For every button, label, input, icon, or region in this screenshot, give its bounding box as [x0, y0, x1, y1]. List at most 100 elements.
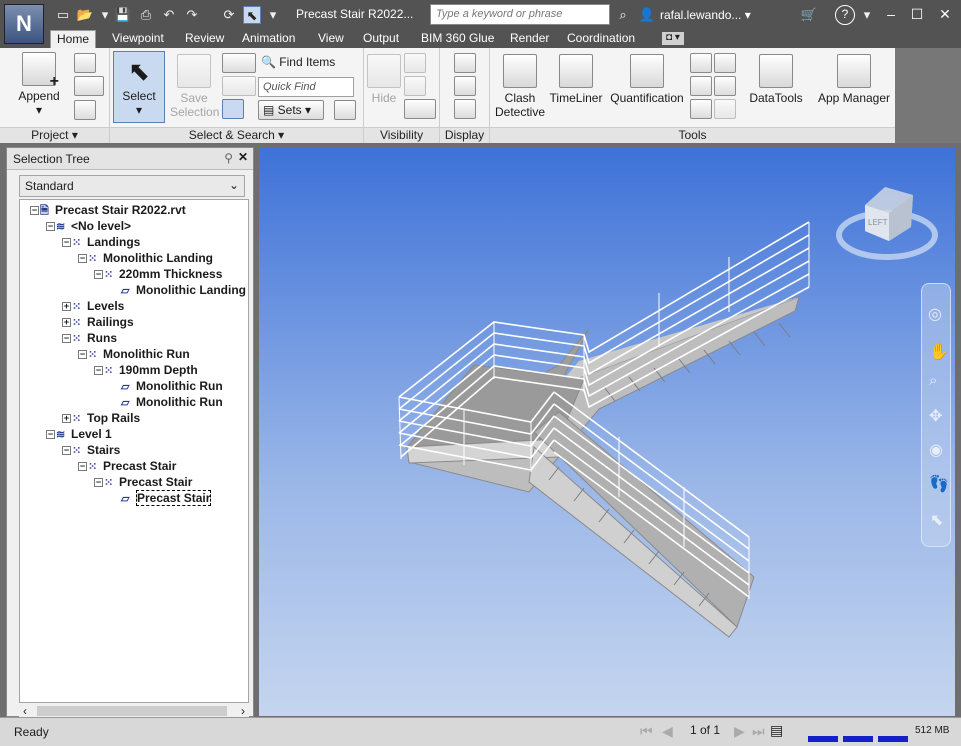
tree-node[interactable]: − ⁙ Stairs — [62, 442, 120, 458]
collapse-icon[interactable]: − — [62, 238, 71, 248]
steering-wheel-icon[interactable]: ◎ — [928, 304, 942, 324]
tree-node[interactable]: ▱ Monolithic Run — [110, 394, 223, 410]
scripter-button[interactable] — [714, 53, 736, 73]
tree-node[interactable]: ▱ Monolithic Run — [110, 378, 223, 394]
tree-node[interactable]: + ⁙ Railings — [62, 314, 134, 330]
require-button[interactable] — [404, 53, 426, 73]
selection-tree-button[interactable] — [222, 99, 244, 119]
tab-home[interactable]: Home — [50, 30, 97, 48]
save-selection-button[interactable]: Save Selection — [170, 54, 219, 119]
help-button[interactable]: ? — [835, 5, 855, 25]
collapse-icon[interactable]: − — [62, 334, 71, 344]
tree-node[interactable]: − ⁙ Monolithic Run — [78, 346, 190, 362]
new-file-icon[interactable]: ▭ — [54, 6, 72, 24]
expand-icon[interactable]: + — [62, 318, 71, 328]
tab-coordination[interactable]: Coordination — [561, 30, 641, 48]
collapse-icon[interactable]: − — [46, 430, 55, 440]
save-icon[interactable]: 💾 — [114, 6, 132, 24]
pin-icon[interactable]: ⚲ — [224, 151, 233, 165]
panel-label-project[interactable]: Project ▾ — [0, 127, 109, 143]
close-panel-icon[interactable]: ✕ — [238, 150, 248, 164]
user-name[interactable]: rafal.lewando... ▾ — [660, 8, 751, 22]
tree-node[interactable]: − ⁙ Runs — [62, 330, 117, 346]
appearance-profiler-button[interactable] — [690, 76, 712, 96]
properties-button[interactable] — [454, 99, 476, 119]
tree-node[interactable]: + ⁙ Top Rails — [62, 410, 140, 426]
next-page-icon[interactable]: ▶ — [734, 723, 745, 740]
close-window-button[interactable]: ✕ — [934, 4, 956, 24]
pan-hand-icon[interactable]: ✋ — [929, 342, 949, 362]
tree-horizontal-scrollbar[interactable]: ‹ › — [19, 704, 249, 718]
select-same-button[interactable] — [222, 76, 256, 96]
reset-all-button[interactable] — [74, 76, 104, 96]
quantification-button[interactable]: Quantification — [606, 54, 688, 105]
minimize-button[interactable]: – — [880, 4, 902, 24]
first-page-icon[interactable]: ⏮ — [640, 723, 653, 740]
3d-viewport[interactable]: LEFT ◎ ✋ ⌕ ✥ ◉ 👣 ⬉ — [259, 147, 955, 716]
tree-node[interactable]: − ⁙ Monolithic Landing — [78, 250, 213, 266]
help-dropdown-icon[interactable]: ▾ — [858, 6, 876, 24]
last-page-icon[interactable]: ⏭ — [752, 723, 765, 740]
dropdown-arrow-icon[interactable]: ▾ — [96, 6, 114, 24]
look-icon[interactable]: ◉ — [929, 440, 943, 460]
viewcube[interactable]: LEFT — [836, 187, 938, 260]
collapse-icon[interactable]: − — [94, 366, 103, 376]
clash-detective-button[interactable]: Clash Detective — [494, 54, 546, 119]
collapse-icon[interactable]: − — [46, 222, 55, 232]
select-arrow-icon[interactable]: ⬉ — [930, 510, 943, 530]
print-icon[interactable]: ⎙ — [137, 6, 155, 24]
search-input[interactable]: Type a keyword or phrase — [430, 4, 610, 25]
tab-bim360glue[interactable]: BIM 360 Glue — [415, 30, 500, 48]
panel-label-select-search[interactable]: Select & Search ▾ — [110, 127, 363, 143]
tree-node[interactable]: − ≋ <No level> — [46, 218, 131, 234]
tree-node[interactable]: ▱ Precast Stair — [110, 490, 212, 506]
quick-find-input[interactable]: Quick Find — [258, 77, 354, 97]
tree-node[interactable]: − ≋ Level 1 — [46, 426, 112, 442]
tree-node[interactable]: − ⁙ 220mm Thickness — [94, 266, 222, 282]
walk-icon[interactable]: 👣 — [929, 474, 949, 494]
unhide-all-button[interactable] — [404, 99, 436, 119]
tree-mode-select[interactable]: Standard ⌄ — [19, 175, 245, 197]
tab-animation[interactable]: Animation — [236, 30, 301, 48]
scroll-thumb[interactable] — [37, 706, 227, 716]
open-folder-icon[interactable]: 📂 — [76, 6, 94, 24]
batch-utility-button[interactable] — [714, 76, 736, 96]
collapse-icon[interactable]: − — [78, 350, 87, 360]
manage-sets-button[interactable] — [334, 100, 356, 120]
cart-icon[interactable]: 🛒 — [800, 6, 818, 24]
tree-node[interactable]: − ⁙ 190mm Depth — [94, 362, 198, 378]
compare-button[interactable] — [690, 99, 712, 119]
collapse-icon[interactable]: − — [94, 270, 103, 280]
tree-node[interactable]: − ⁙ Precast Stair — [78, 458, 176, 474]
zoom-window-icon[interactable]: ⌕ — [929, 372, 937, 389]
autodesk-rendering-button[interactable] — [714, 99, 736, 119]
select-button[interactable]: ⬉ Select ▾ — [113, 51, 165, 123]
collapse-icon[interactable]: − — [78, 254, 87, 264]
collapse-icon[interactable]: − — [94, 478, 103, 488]
tab-output[interactable]: Output — [357, 30, 405, 48]
hide-unselected-button[interactable] — [404, 76, 426, 96]
redo-icon[interactable]: ↷ — [183, 6, 201, 24]
hide-button[interactable]: Hide — [366, 54, 402, 105]
tree-node[interactable]: + ⁙ Levels — [62, 298, 124, 314]
tree-node[interactable]: ▱ Monolithic Landing — [110, 282, 246, 298]
tree-node[interactable]: − ⁙ Precast Stair — [94, 474, 192, 490]
file-options-button[interactable] — [74, 100, 96, 120]
orbit-icon[interactable]: ✥ — [929, 406, 942, 426]
refresh-button[interactable] — [74, 53, 96, 73]
scroll-right-icon[interactable]: › — [241, 704, 245, 718]
sets-dropdown[interactable]: ▤ Sets ▾ — [258, 100, 324, 120]
animator-button[interactable] — [690, 53, 712, 73]
tab-review[interactable]: Review — [179, 30, 230, 48]
refresh-icon[interactable]: ⟳ — [220, 6, 238, 24]
collapse-icon[interactable]: − — [30, 206, 39, 216]
expand-icon[interactable]: + — [62, 302, 71, 312]
customize-toolbar-icon[interactable]: ▾ — [264, 6, 282, 24]
undo-icon[interactable]: ↶ — [160, 6, 178, 24]
links-button[interactable] — [454, 53, 476, 73]
tree-node[interactable]: − ⁙ Landings — [62, 234, 140, 250]
ribbon-options-icon[interactable]: ◘ ▾ — [662, 32, 684, 45]
select-all-button[interactable] — [222, 53, 256, 73]
user-icon[interactable]: 👤 — [638, 6, 656, 24]
quick-properties-button[interactable] — [454, 76, 476, 96]
